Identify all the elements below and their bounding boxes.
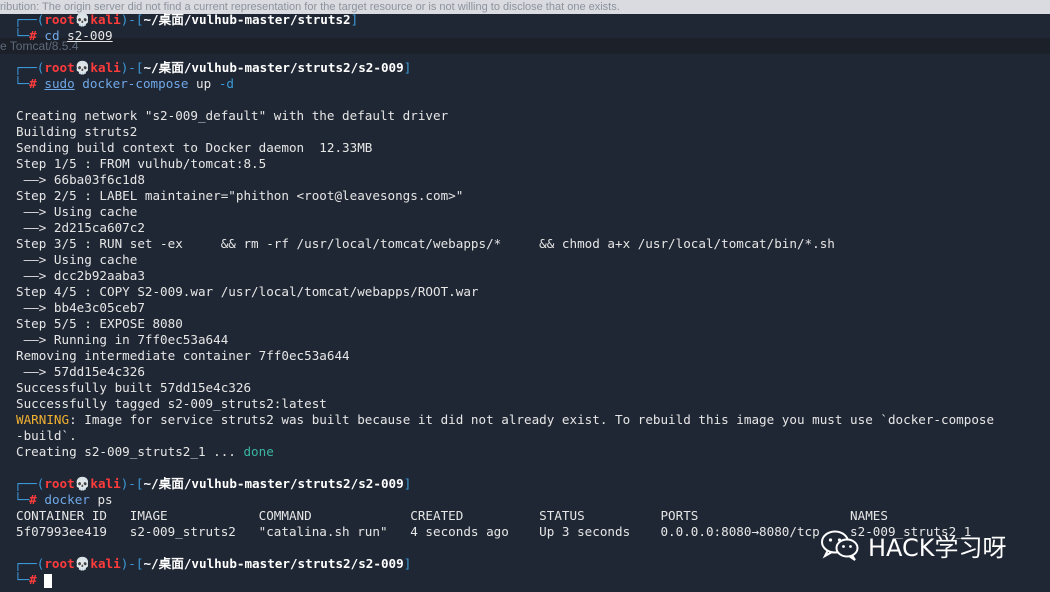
- prompt-path: ~/桌面/vulhub-master/struts2/s2-009: [143, 556, 404, 571]
- output-line: Step 4/5 : COPY S2-009.war /usr/local/to…: [16, 284, 479, 299]
- prompt-user: root: [44, 60, 75, 75]
- command-line-3: └─# docker ps: [14, 492, 113, 507]
- output-line: Removing intermediate container 7ff0ec53…: [16, 348, 350, 363]
- warning-line: WARNING: Image for service struts2 was b…: [16, 412, 994, 428]
- command-cd-arg: s2-009: [67, 28, 113, 43]
- watermark: HACK学习呀: [820, 527, 1007, 563]
- command-line-4[interactable]: └─#: [14, 572, 53, 588]
- skull-icon: 💀: [74, 556, 91, 571]
- prompt-hash: #: [29, 492, 37, 507]
- command-ps: ps: [97, 492, 113, 507]
- output-line: ——> Running in 7ff0ec53a644: [16, 332, 229, 347]
- output-line: Building struts2: [16, 124, 138, 139]
- prompt-host: kali: [90, 12, 121, 27]
- prompt-user: root: [44, 476, 75, 491]
- output-line: ——> Using cache: [16, 252, 138, 267]
- text-cursor: [44, 573, 53, 588]
- command-up: up: [196, 76, 212, 91]
- command-sudo: sudo: [44, 76, 75, 91]
- prompt-hash: #: [29, 76, 37, 91]
- command-docker: docker: [44, 492, 90, 507]
- warning-label: WARNING: [16, 412, 70, 427]
- output-line: ——> dcc2b92aaba3: [16, 268, 145, 283]
- prompt-line-4: ┌──(root💀kali)-[~/桌面/vulhub-master/strut…: [14, 556, 412, 571]
- output-line: ——> 57dd15e4c326: [16, 364, 145, 379]
- output-line: Step 3/5 : RUN set -ex && rm -rf /usr/lo…: [16, 236, 835, 251]
- output-line: Successfully tagged s2-009_struts2:lates…: [16, 396, 327, 411]
- skull-icon: 💀: [74, 476, 91, 491]
- prompt-hash: #: [29, 572, 37, 587]
- prompt-path: ~/桌面/vulhub-master/struts2/s2-009: [143, 60, 404, 75]
- output-line: Successfully built 57dd15e4c326: [16, 380, 252, 395]
- command-flag: -d: [218, 76, 234, 91]
- warning-continuation: -build`.: [16, 428, 77, 443]
- output-line: ——> bb4e3c05ceb7: [16, 300, 145, 315]
- prompt-host: kali: [90, 556, 121, 571]
- prompt-path: ~/桌面/vulhub-master/struts2/s2-009: [143, 476, 404, 491]
- prompt-hash: #: [29, 28, 37, 43]
- wechat-icon: [820, 529, 860, 561]
- output-line: Creating network "s2-009_default" with t…: [16, 108, 449, 123]
- warning-text: : Image for service struts2 was built be…: [69, 412, 995, 427]
- creating-line: Creating s2-009_struts2_1 ... done: [16, 444, 274, 460]
- watermark-text: HACK学习呀: [868, 533, 1007, 562]
- output-line: ——> 2d215ca607c2: [16, 220, 145, 235]
- output-line: Step 2/5 : LABEL maintainer="phithon <ro…: [16, 188, 464, 203]
- command-docker-compose: docker-compose: [82, 76, 189, 91]
- prompt-line-1: ┌──(root💀kali)-[~/桌面/vulhub-master/strut…: [14, 12, 359, 27]
- ps-table-header: CONTAINER ID IMAGE COMMAND CREATED STATU…: [16, 508, 888, 523]
- prompt-host: kali: [90, 60, 121, 75]
- prompt-user: root: [44, 556, 75, 571]
- prompt-line-3: ┌──(root💀kali)-[~/桌面/vulhub-master/strut…: [14, 476, 412, 491]
- output-line: Step 5/5 : EXPOSE 8080: [16, 316, 183, 331]
- output-line: ——> Using cache: [16, 204, 138, 219]
- output-line: Sending build context to Docker daemon 1…: [16, 140, 373, 155]
- output-line: ——> 66ba03f6c1d8: [16, 172, 145, 187]
- command-line-1: └─# cd s2-009: [14, 28, 113, 43]
- output-line: Step 1/5 : FROM vulhub/tomcat:8.5: [16, 156, 267, 171]
- command-cd: cd: [44, 28, 60, 43]
- creating-text: Creating s2-009_struts2_1 ...: [16, 444, 244, 459]
- skull-icon: 💀: [74, 12, 91, 27]
- prompt-user: root: [44, 12, 75, 27]
- creating-status: done: [243, 444, 274, 459]
- terminal-window[interactable]: ┌──(root💀kali)-[~/桌面/vulhub-master/strut…: [0, 0, 1050, 592]
- prompt-path: ~/桌面/vulhub-master/struts2: [143, 12, 351, 27]
- command-line-2: └─# sudo docker-compose up -d: [14, 76, 234, 91]
- prompt-host: kali: [90, 476, 121, 491]
- prompt-line-2: ┌──(root💀kali)-[~/桌面/vulhub-master/strut…: [14, 60, 412, 75]
- skull-icon: 💀: [74, 60, 91, 75]
